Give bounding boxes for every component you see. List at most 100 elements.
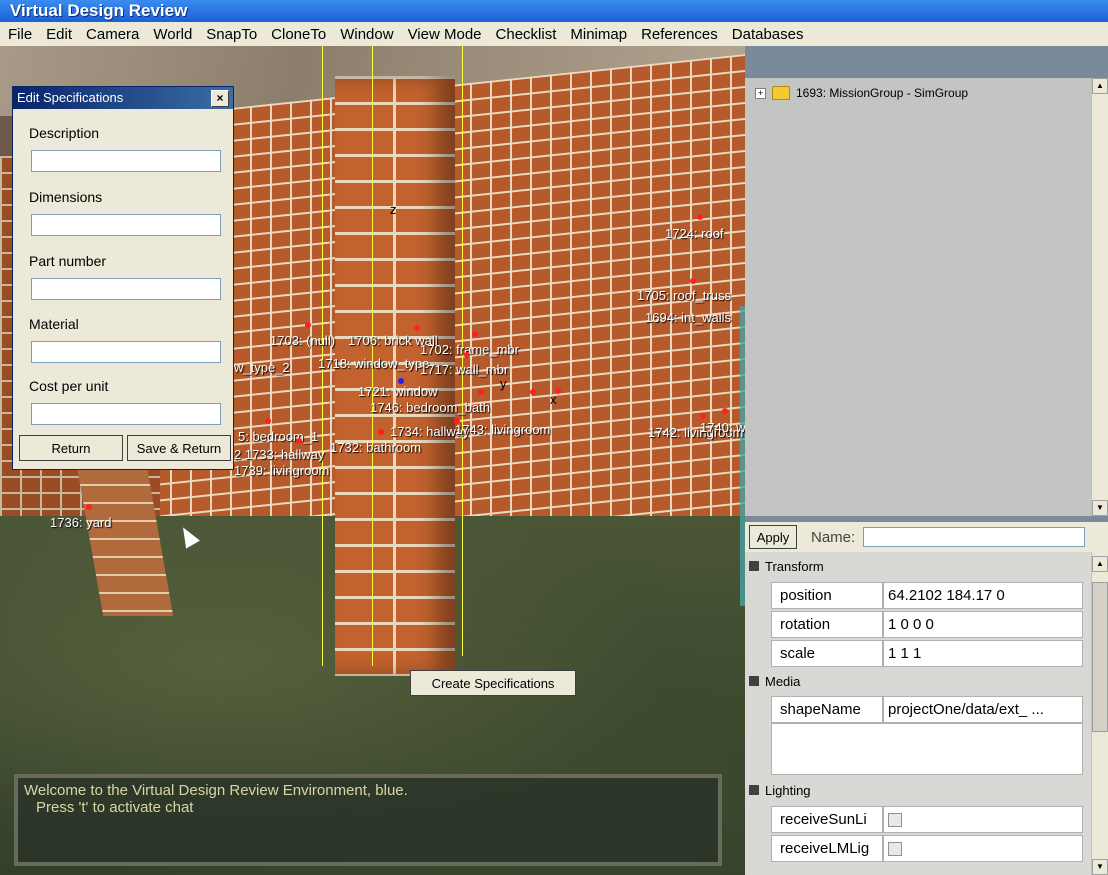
marker-dot [530,389,536,395]
dimensions-input[interactable] [31,214,221,236]
dialog-title: Edit Specifications [17,90,124,105]
tree-scrollbar[interactable]: ▲ ▼ [1091,78,1108,516]
prop-key: receiveLMLig [771,835,883,862]
scene-label: 1736: yard [50,515,112,530]
name-bar: Apply Name: [745,522,1108,552]
prop-row: rotation 1 0 0 0 [771,611,1083,638]
marker-dot [690,278,696,284]
part-number-input[interactable] [31,278,221,300]
scene-label: 1705: roof_truss [637,288,731,303]
save-return-button[interactable]: Save & Return [127,435,231,461]
media-group-header[interactable]: Media [749,671,800,691]
checkbox-icon[interactable] [888,842,902,857]
menu-world[interactable]: World [147,26,198,43]
shapename-value[interactable]: projectOne/data/ext_ ... [883,696,1083,723]
window-title: Virtual Design Review [10,1,188,20]
menu-file[interactable]: File [2,26,38,43]
marker-dot [378,429,384,435]
inspector-scrollbar[interactable]: ▲ ▼ [1091,552,1108,875]
position-value[interactable]: 64.2102 184.17 0 [883,582,1083,609]
prop-key: scale [771,640,883,667]
dimensions-label: Dimensions [29,189,103,205]
menu-edit[interactable]: Edit [40,26,78,43]
menu-minimap[interactable]: Minimap [564,26,633,43]
menu-snapto[interactable]: SnapTo [200,26,263,43]
scene-label: 1740: w [700,420,745,435]
return-button[interactable]: Return [19,435,123,461]
tree-root-item[interactable]: + 1693: MissionGroup - SimGroup [755,86,968,100]
property-inspector: Transform position 64.2102 184.17 0 rota… [745,552,1108,875]
transform-group-header[interactable]: Transform [749,556,824,576]
scene-label: 1746: bedroom_bath [370,400,490,415]
description-label: Description [29,125,100,141]
edit-specifications-dialog: Edit Specifications × Description Dimens… [12,86,234,470]
material-input[interactable] [31,341,221,363]
scene-label: 1717: wall_mbr [420,362,509,377]
scene-label: 1694: int_walls [645,310,731,325]
menu-bar: File Edit Camera World SnapTo CloneTo Wi… [0,22,1108,46]
checkbox-icon[interactable] [888,813,902,828]
scene-label: 1732: bathroom [330,440,422,455]
scroll-down-icon[interactable]: ▼ [1092,859,1108,875]
menu-references[interactable]: References [635,26,724,43]
name-input[interactable] [863,527,1086,547]
marker-dot [478,389,484,395]
group-title: Transform [765,558,824,574]
menu-databases[interactable]: Databases [726,26,810,43]
cost-per-unit-input[interactable] [31,403,221,425]
menu-camera[interactable]: Camera [80,26,145,43]
prop-row: shapeName projectOne/data/ext_ ... [771,696,1083,723]
collapse-square-icon [749,561,759,571]
marker-dot [697,214,703,220]
group-title: Lighting [765,782,811,798]
apply-button[interactable]: Apply [749,525,797,549]
receive-lm-value[interactable] [883,835,1083,862]
tree-root-label: 1693: MissionGroup - SimGroup [796,86,969,100]
receive-sun-value[interactable] [883,806,1083,833]
scroll-thumb[interactable] [1092,582,1108,732]
material-label: Material [29,316,79,332]
name-label: Name: [811,528,856,546]
description-input[interactable] [31,150,221,172]
marker-dot [86,504,92,510]
scroll-down-icon[interactable]: ▼ [1092,500,1108,516]
create-specifications-button[interactable]: Create Specifications [410,670,576,696]
marker-dot [305,322,311,328]
scene-label: 1724: roof [665,226,724,241]
prop-key: shapeName [771,696,883,723]
marker-dot [700,413,706,419]
expand-plus-icon[interactable]: + [755,87,766,99]
scene-label: 5: bedroom_1 [238,429,319,444]
media-blank-area [771,723,1083,775]
scene-label: 1703: (null) [270,333,336,348]
collapse-square-icon [749,785,759,795]
chat-line: Press 't' to activate chat [36,799,194,816]
menu-checklist[interactable]: Checklist [490,26,563,43]
scale-value[interactable]: 1 1 1 [883,640,1083,667]
rotation-value[interactable]: 1 0 0 0 [883,611,1083,638]
menu-cloneto[interactable]: CloneTo [265,26,332,43]
close-icon[interactable]: × [211,90,229,107]
marker-dot [472,331,478,337]
group-title: Media [765,673,801,689]
marker-dot [296,438,302,444]
prop-row: receiveLMLig [771,835,1083,862]
prop-key: position [771,582,883,609]
part-number-label: Part number [29,253,107,269]
axis-y-label: y [500,376,507,391]
scene-label: 1739: livingroom [234,463,330,478]
collapse-square-icon [749,676,759,686]
gizmo-center-icon[interactable] [398,378,404,384]
lighting-group-header[interactable]: Lighting [749,780,811,800]
scroll-up-icon[interactable]: ▲ [1092,78,1108,94]
axis-z-label: z [390,202,397,217]
scroll-up-icon[interactable]: ▲ [1092,556,1108,572]
menu-window[interactable]: Window [334,26,399,43]
prop-key: receiveSunLi [771,806,883,833]
prop-key: rotation [771,611,883,638]
menu-view-mode[interactable]: View Mode [402,26,488,43]
scene-label: w_type_2 [234,360,290,375]
scene-tree-panel[interactable]: + 1693: MissionGroup - SimGroup ▲ ▼ [745,78,1108,516]
prop-row: receiveSunLi [771,806,1083,833]
chat-console[interactable]: Welcome to the Virtual Design Review Env… [14,774,722,866]
